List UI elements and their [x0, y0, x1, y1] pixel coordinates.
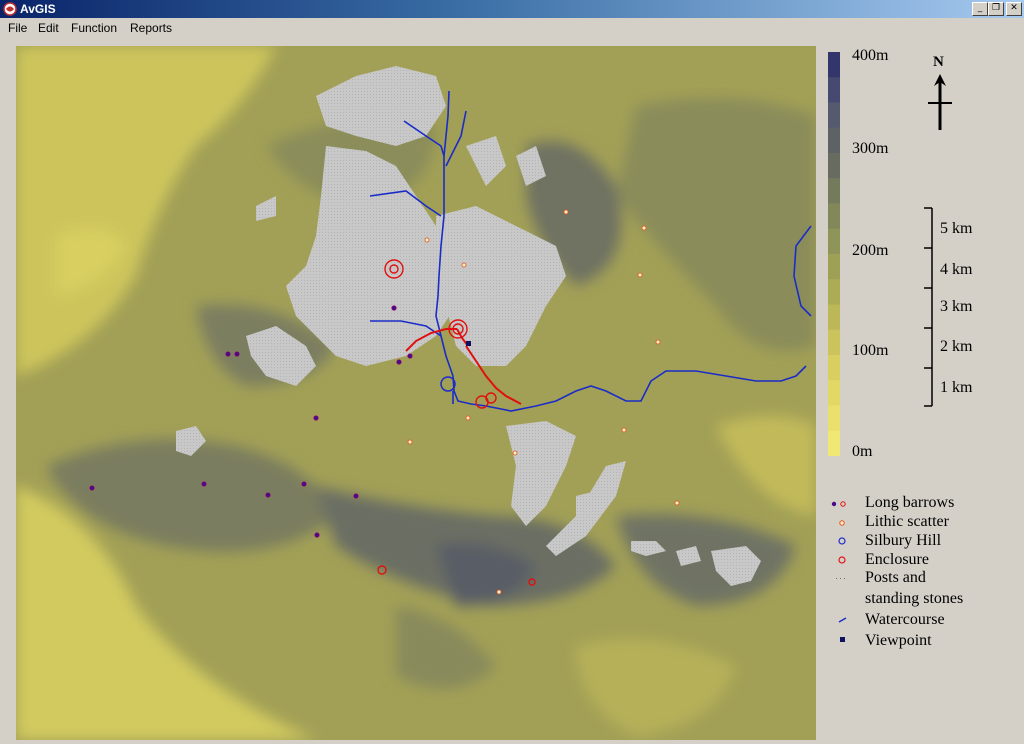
watercourse-legend-icon	[838, 617, 847, 623]
scale-label-3km: 3 km	[940, 298, 973, 315]
window-title: AvGIS	[20, 2, 56, 16]
scale-label-5km: 5 km	[940, 220, 973, 237]
silbury-hill-legend-icon	[838, 537, 846, 545]
menu-bar: File Edit Function Reports	[0, 18, 1024, 38]
elevation-band	[828, 279, 840, 305]
app-icon	[3, 2, 17, 16]
north-arrow-icon	[928, 74, 952, 130]
elevation-legend-bar	[828, 52, 840, 456]
elevation-band	[828, 153, 840, 179]
scale-label-2km: 2 km	[940, 338, 973, 355]
legend-lithic-scatter: Lithic scatter	[865, 513, 949, 530]
elevation-label-0: 0m	[852, 443, 873, 460]
lithic-scatter-legend-icon	[839, 520, 845, 526]
elevation-label-100: 100m	[852, 342, 889, 359]
elevation-band	[828, 178, 840, 204]
elevation-band	[828, 304, 840, 331]
elevation-band	[828, 127, 840, 154]
legend-symbols	[831, 501, 847, 642]
viewpoint-legend-icon	[840, 637, 845, 642]
legend-enclosure: Enclosure	[865, 551, 929, 568]
menu-reports[interactable]: Reports	[128, 20, 174, 36]
posts-legend-icon	[836, 578, 845, 579]
close-button[interactable]: ✕	[1006, 2, 1022, 16]
legend-standing-stones: standing stones	[865, 590, 964, 607]
legend-long-barrows: Long barrows	[865, 494, 955, 511]
enclosure-legend-icon	[838, 556, 846, 564]
elevation-band	[828, 102, 840, 129]
title-bar: AvGIS _ ❐ ✕	[0, 0, 1024, 18]
elevation-label-300: 300m	[852, 140, 889, 157]
scale-label-4km: 4 km	[940, 261, 973, 278]
legend-watercourse: Watercourse	[865, 611, 945, 628]
elevation-band	[828, 430, 840, 456]
viewpoint-marker	[466, 341, 471, 346]
menu-edit[interactable]: Edit	[36, 20, 61, 36]
elevation-band	[828, 380, 840, 406]
scale-label-1km: 1 km	[940, 379, 973, 396]
map-canvas[interactable]	[16, 46, 816, 740]
elevation-label-400: 400m	[852, 47, 889, 64]
scale-bar	[924, 207, 933, 407]
elevation-band	[828, 203, 840, 230]
legend-viewpoint: Viewpoint	[865, 632, 932, 649]
legend-silbury-hill: Silbury Hill	[865, 532, 942, 549]
elevation-band	[828, 77, 840, 103]
elevation-band	[828, 355, 840, 381]
elevation-label-200: 200m	[852, 242, 889, 259]
north-label: N	[933, 54, 944, 70]
restore-button[interactable]: ❐	[988, 2, 1004, 16]
elevation-band	[828, 405, 840, 432]
elevation-band	[828, 52, 840, 78]
status-strip	[0, 740, 1024, 744]
legend-posts: Posts and	[865, 569, 926, 586]
map-view[interactable]	[16, 46, 816, 740]
menu-function[interactable]: Function	[69, 20, 119, 36]
elevation-band	[828, 228, 840, 255]
menu-file[interactable]: File	[6, 20, 29, 36]
elevation-band	[828, 254, 840, 280]
elevation-band	[828, 329, 840, 356]
minimize-button[interactable]: _	[972, 2, 988, 16]
long-barrows-legend-icon	[831, 501, 846, 507]
